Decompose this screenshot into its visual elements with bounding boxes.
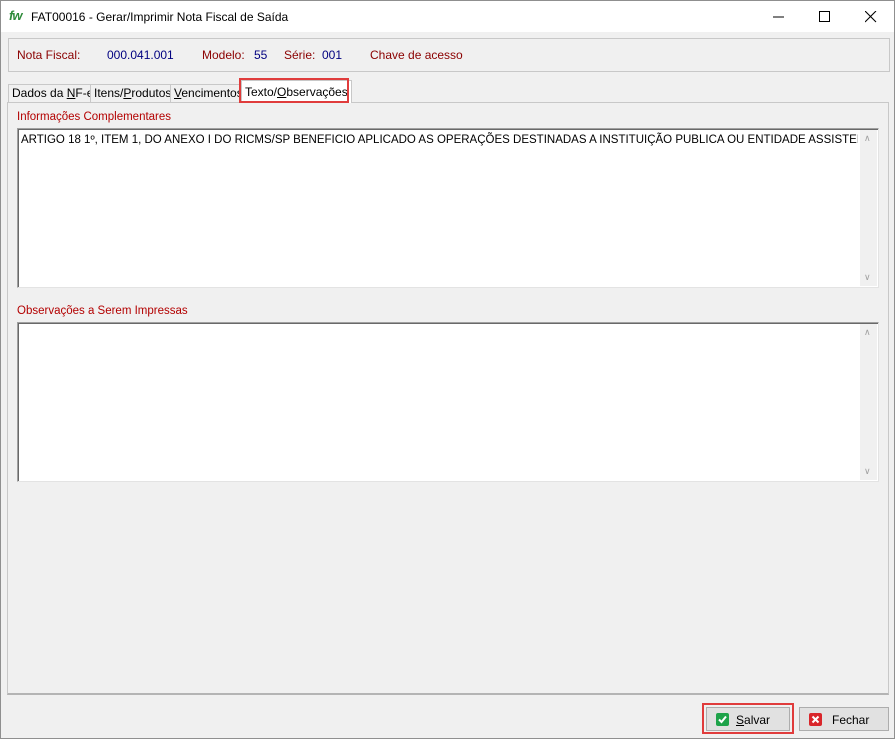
- minimize-icon: [773, 16, 784, 18]
- app-logo-icon: fw: [9, 8, 22, 23]
- minimize-button[interactable]: [756, 1, 802, 32]
- maximize-icon: [819, 11, 830, 22]
- close-window-button[interactable]: [848, 1, 894, 32]
- tab-label: encimentos: [181, 86, 243, 100]
- tab-label: Dados da: [12, 86, 67, 100]
- save-label-rest: alvar: [744, 713, 771, 727]
- chave-acesso-label: Chave de acesso: [370, 48, 463, 62]
- nota-fiscal-label: Nota Fiscal:: [17, 48, 81, 62]
- tab-accelerator: O: [277, 85, 287, 99]
- save-button[interactable]: Salvar: [706, 707, 790, 731]
- tab-page-texto-observacoes: Informações Complementares ARTIGO 18 1º,…: [7, 102, 889, 695]
- tab-label: Itens/: [94, 86, 124, 100]
- tab-vencimentos[interactable]: Vencimentos: [170, 84, 247, 103]
- close-icon: [865, 11, 877, 23]
- tab-label: Texto/: [245, 85, 278, 99]
- observacoes-impressas-textarea[interactable]: ∧ ∨: [17, 322, 879, 482]
- title-bar: fw FAT00016 - Gerar/Imprimir Nota Fiscal…: [1, 1, 894, 32]
- maximize-button[interactable]: [802, 1, 848, 32]
- invoice-header: Nota Fiscal: 000.041.001 Modelo: 55 Séri…: [8, 38, 890, 72]
- save-accelerator: S: [736, 713, 745, 727]
- nota-fiscal-value: 000.041.001: [107, 48, 174, 62]
- tab-dados-nfe[interactable]: Dados da NF-e: [8, 84, 98, 103]
- main-window: fw FAT00016 - Gerar/Imprimir Nota Fiscal…: [0, 0, 895, 739]
- serie-label: Série:: [284, 48, 316, 62]
- scroll-down-icon[interactable]: ∨: [864, 272, 871, 283]
- tab-label: bservações: [286, 85, 348, 99]
- serie-value: 001: [322, 48, 343, 62]
- check-icon: [716, 713, 729, 726]
- window-title: FAT00016 - Gerar/Imprimir Nota Fiscal de…: [31, 10, 289, 24]
- obs-scrollbar[interactable]: ∧ ∨: [860, 324, 877, 480]
- close-red-icon: [809, 713, 822, 726]
- modelo-value: 55: [254, 48, 268, 62]
- tab-label: rodutos: [131, 86, 172, 100]
- informacoes-complementares-textarea[interactable]: ARTIGO 18 1º, ITEM 1, DO ANEXO I DO RICM…: [17, 128, 879, 288]
- scroll-up-icon[interactable]: ∧: [864, 327, 871, 338]
- scroll-down-icon[interactable]: ∨: [864, 466, 871, 477]
- informacoes-complementares-text: ARTIGO 18 1º, ITEM 1, DO ANEXO I DO RICM…: [21, 132, 858, 146]
- fechar-label: Fechar: [832, 713, 870, 727]
- informacoes-complementares-label: Informações Complementares: [17, 111, 172, 123]
- save-label: Salvar: [736, 713, 770, 727]
- modelo-label: Modelo:: [202, 48, 245, 62]
- tab-itens-produtos[interactable]: Itens/Produtos: [90, 84, 176, 103]
- info-value: ARTIGO 18 1º, ITEM 1, DO ANEXO I DO RICM…: [21, 134, 858, 146]
- scroll-up-icon[interactable]: ∧: [864, 133, 871, 144]
- tab-texto-observacoes[interactable]: Texto/Observações: [241, 80, 352, 103]
- info-scrollbar[interactable]: ∧ ∨: [860, 130, 877, 286]
- fechar-button[interactable]: Fechar: [799, 707, 889, 731]
- observacoes-impressas-label: Observações a Serem Impressas: [17, 305, 188, 317]
